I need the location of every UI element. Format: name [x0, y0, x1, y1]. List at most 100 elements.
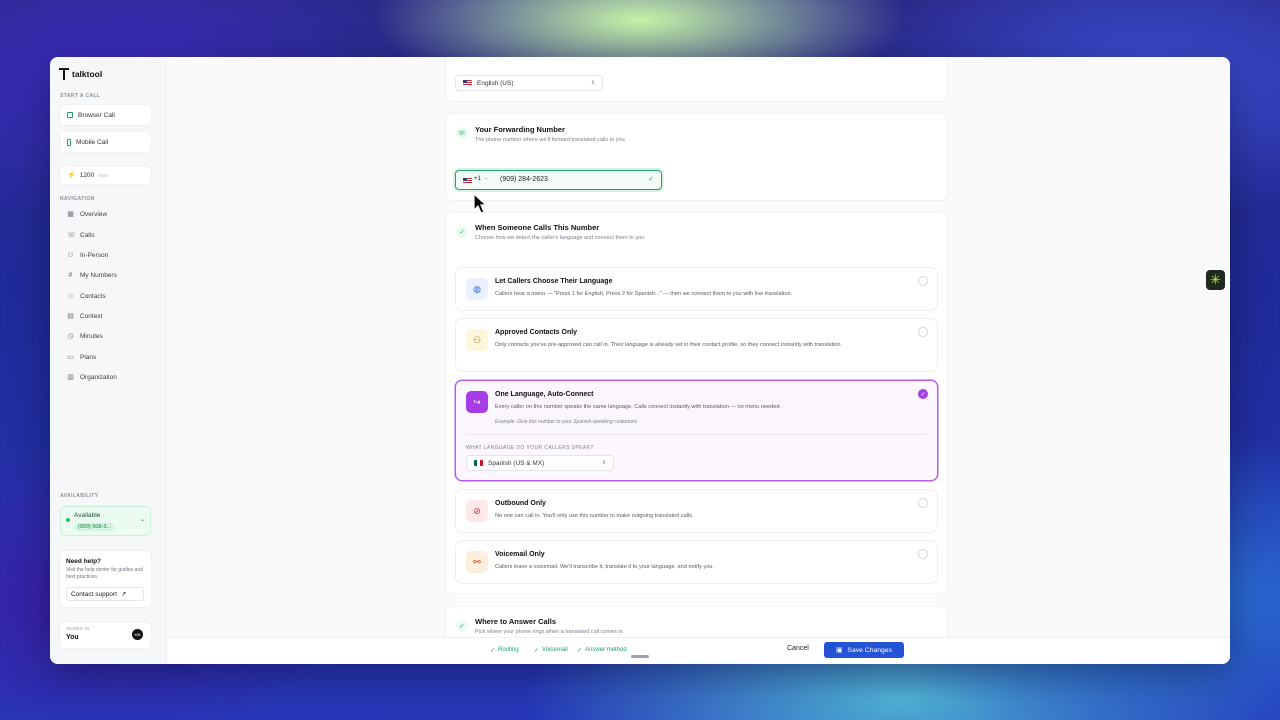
forwarding-number-input[interactable]: +1 ⌄ (909) 284-2623 ✓	[455, 170, 662, 190]
mx-flag-icon	[474, 460, 483, 466]
nav-plans[interactable]: ▭ Plans	[67, 351, 96, 363]
caller-language-select[interactable]: Spanish (US & MX) ⇕	[466, 455, 614, 471]
phone-number-value: (909) 284-2623	[500, 176, 548, 183]
language-select[interactable]: English (US) ⇕	[455, 75, 603, 91]
app-name: talktool	[72, 69, 103, 79]
chevron-down-icon: ⌄	[484, 175, 489, 181]
credits-bar	[98, 173, 109, 177]
language-value: English (US)	[477, 79, 514, 87]
card-icon: ▭	[67, 353, 74, 361]
option-approved-contacts[interactable]: ⚇ Approved Contacts Only Only contacts y…	[456, 319, 937, 371]
check-icon: ✓	[648, 176, 654, 183]
contact-support-button[interactable]: Contact support ↗	[66, 587, 144, 601]
answer-title: Where to Answer Calls	[475, 617, 556, 626]
nav-my-numbers[interactable]: # My Numbers	[67, 269, 117, 281]
nav-context[interactable]: ▤ Context	[67, 310, 102, 322]
drag-handle[interactable]	[631, 655, 649, 658]
sidebar: talktool START A CALL Browser Call Mobil…	[50, 57, 167, 664]
mobile-icon	[67, 138, 71, 146]
step-label: Voicemail	[542, 647, 568, 653]
option-callers-choose[interactable]: ◍ Let Callers Choose Their Language Call…	[456, 268, 937, 310]
nav-label: Context	[80, 312, 103, 320]
contact-support-label: Contact support	[71, 590, 117, 598]
forwarding-subtitle: The phone number where we'll forward tra…	[475, 137, 625, 143]
user-name: You	[66, 634, 79, 641]
hash-icon: #	[68, 271, 73, 279]
step-answer-method[interactable]: ✓ Answer method	[577, 647, 627, 654]
phone-icon: ☏	[456, 127, 468, 139]
building-icon: ▥	[67, 373, 74, 381]
mobile-call-button[interactable]: Mobile Call	[60, 132, 151, 152]
availability-number: (909) 508-3...	[75, 523, 115, 531]
browser-call-button[interactable]: Browser Call	[60, 105, 151, 125]
option-description: Callers hear a menu — "Press 1 for Engli…	[495, 291, 793, 297]
option-title: Outbound Only	[495, 500, 546, 507]
start-call-label: START A CALL	[60, 93, 101, 99]
nav-label: In-Person	[80, 251, 109, 259]
step-label: Routing	[498, 647, 519, 653]
option-radio[interactable]	[918, 498, 928, 508]
save-icon: ▣	[835, 647, 843, 654]
navigation-label: NAVIGATION	[60, 196, 95, 202]
step-routing[interactable]: ✓ Routing	[490, 647, 519, 654]
user-menu[interactable]: SIGNED IN You MB	[60, 622, 151, 648]
check-icon: ✓	[490, 648, 496, 654]
bolt-icon: ⚡	[67, 172, 76, 179]
check-circle-icon: ✓	[456, 226, 468, 238]
main-content: English (US) ⇕ ☏ Your Forwarding Number …	[168, 57, 1230, 664]
logo: talktool	[59, 68, 102, 80]
nav-organization[interactable]: ▥ Organization	[67, 371, 117, 383]
nav-label: Minutes	[80, 332, 103, 340]
contact-icon: ☺	[67, 292, 75, 300]
step-voicemail[interactable]: ✓ Voicemail	[534, 647, 568, 654]
floating-assistant-button[interactable]: ✳	[1206, 270, 1225, 290]
sparkle-icon: ✳	[1210, 272, 1221, 287]
globe-icon: ◍	[466, 278, 488, 300]
nav-label: My Numbers	[80, 271, 117, 279]
country-code[interactable]: +1	[474, 176, 481, 182]
credits-value: 1200	[79, 171, 95, 179]
option-radio[interactable]	[918, 327, 928, 337]
credits-indicator[interactable]: ⚡ 1200	[60, 166, 151, 184]
bottom-action-bar: ✓ Routing ✓ Voicemail ✓ Answer method Cance…	[168, 637, 1230, 664]
routing-title: When Someone Calls This Number	[475, 223, 600, 232]
mobile-call-label: Mobile Call	[76, 138, 109, 146]
step-label: Answer method	[585, 647, 627, 653]
option-radio[interactable]	[918, 549, 928, 559]
phone-icon: ☏	[67, 231, 76, 239]
nav-calls[interactable]: ☏ Calls	[67, 229, 94, 241]
option-one-language[interactable]: ↪ One Language, Auto-Connect Every calle…	[456, 381, 937, 480]
option-voicemail-only[interactable]: ⚯ Voicemail Only Callers leave a voicema…	[456, 541, 937, 583]
nav-overview[interactable]: ▦ Overview	[67, 208, 107, 220]
mouse-cursor-icon	[473, 193, 487, 214]
chevron-updown-icon: ⇕	[590, 80, 595, 86]
chevron-updown-icon: ⇕	[601, 460, 606, 466]
cancel-button[interactable]: Cancel	[787, 645, 809, 652]
option-description: Every caller on this number speaks the s…	[495, 404, 782, 410]
availability-selector[interactable]: Available (909) 508-3... ⌄	[60, 506, 151, 536]
option-title: Voicemail Only	[495, 551, 545, 558]
chevron-down-icon: ⌄	[139, 517, 145, 523]
status-dot	[66, 518, 70, 522]
app-window: talktool START A CALL Browser Call Mobil…	[50, 57, 1230, 664]
avatar: MB	[132, 629, 143, 640]
save-label: Save Changes	[847, 646, 892, 654]
option-radio[interactable]	[918, 276, 928, 286]
nav-contacts[interactable]: ☺ Contacts	[67, 290, 106, 302]
help-card: Need help? Visit the help center for gui…	[60, 551, 151, 607]
option-title: Approved Contacts Only	[495, 329, 578, 336]
check-icon: ✓	[920, 391, 926, 398]
help-title: Need help?	[66, 558, 102, 565]
language-card: English (US) ⇕	[446, 57, 947, 101]
option-outbound-only[interactable]: ⊘ Outbound Only No one can call in. You'…	[456, 490, 937, 532]
nav-minutes[interactable]: ◷ Minutes	[67, 330, 103, 342]
routing-subtitle: Choose how we detect the caller's langua…	[475, 235, 645, 241]
browser-call-label: Browser Call	[78, 111, 115, 119]
grid-icon: ▦	[67, 210, 74, 218]
option-radio-checked[interactable]: ✓	[918, 389, 928, 399]
signed-in-label: SIGNED IN	[66, 626, 90, 631]
save-changes-button[interactable]: ▣ Save Changes	[824, 642, 904, 658]
divider	[466, 434, 927, 435]
nav-in-person[interactable]: ⚇ In-Person	[67, 249, 108, 261]
option-description: No one can call in. You'll only use this…	[495, 513, 694, 519]
